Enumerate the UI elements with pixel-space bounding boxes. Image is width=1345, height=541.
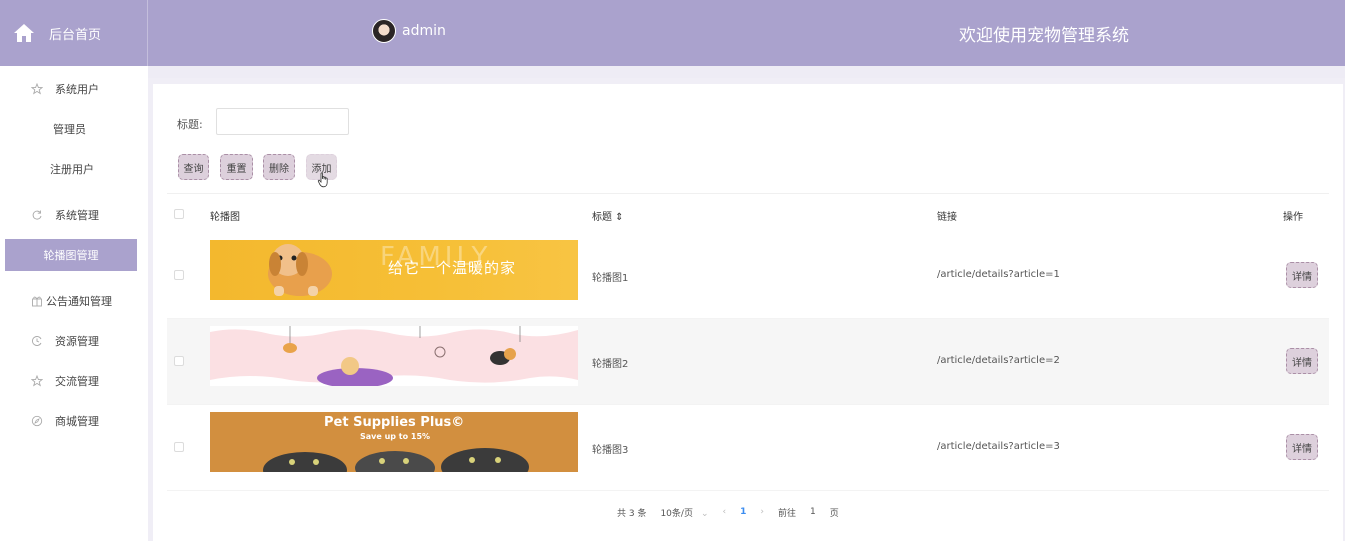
row-link: /article/details?article=3 <box>937 441 1060 452</box>
banner-image-2 <box>210 326 578 386</box>
table-row: Pet Supplies Plus© Save up to 15% 轮播图3 /… <box>167 405 1329 491</box>
home-icon <box>14 24 34 42</box>
sidebar-item-label: 交流管理 <box>55 375 99 388</box>
sidebar-item-admin[interactable]: 管理员 <box>0 113 148 145</box>
sidebar-item-label: 资源管理 <box>55 335 99 348</box>
top-bar: 后台首页 admin 欢迎使用宠物管理系统 <box>0 0 1345 66</box>
table-header: 轮播图 标题 ⇕ 链接 操作 <box>167 193 1329 235</box>
sidebar-item-registered-users[interactable]: 注册用户 <box>0 153 148 185</box>
table-row: FAMILY 给它一个温暖的家 轮播图1 /article/details?ar… <box>167 233 1329 319</box>
sidebar-item-label: 轮播图管理 <box>43 249 99 262</box>
banner-image-1: FAMILY 给它一个温暖的家 <box>210 240 578 300</box>
pagination-total: 共 3 条 <box>617 508 647 519</box>
delete-button[interactable]: 删除 <box>263 154 295 180</box>
sidebar: 系统用户 管理员 注册用户 系统管理 轮播图管理 公告通知管理 资源管理 交流管… <box>0 66 148 541</box>
sidebar-item-system-users[interactable]: 系统用户 <box>0 73 148 105</box>
row-title: 轮播图1 <box>592 273 629 284</box>
column-header-action: 操作 <box>1283 212 1303 223</box>
row-checkbox[interactable] <box>174 270 184 280</box>
clock-icon <box>30 334 44 348</box>
banner-image-3: Pet Supplies Plus© Save up to 15% <box>210 412 578 472</box>
sidebar-item-resource-management[interactable]: 资源管理 <box>0 325 148 357</box>
row-title: 轮播图2 <box>592 359 629 370</box>
star-icon <box>30 374 44 388</box>
prev-page-icon[interactable]: ‹ <box>723 507 727 517</box>
home-label: 后台首页 <box>49 27 102 43</box>
next-page-icon[interactable]: › <box>760 507 764 517</box>
gift-icon <box>30 294 44 308</box>
page-number-current[interactable]: 1 <box>740 507 746 517</box>
title-filter-label: 标题: <box>177 118 203 131</box>
column-header-link: 链接 <box>937 212 957 223</box>
sidebar-item-announcement-management[interactable]: 公告通知管理 <box>0 285 148 317</box>
page-size-select[interactable]: 10条/页 ⌄ <box>660 506 708 519</box>
detail-button[interactable]: 详情 <box>1286 348 1318 374</box>
page-unit-label: 页 <box>829 508 839 519</box>
user-info[interactable]: admin <box>372 18 446 44</box>
title-filter-input[interactable] <box>216 108 349 135</box>
query-button[interactable]: 查询 <box>178 154 209 180</box>
user-name: admin <box>402 23 446 39</box>
avatar <box>372 19 396 43</box>
sidebar-item-label: 公告通知管理 <box>46 295 112 308</box>
banner-caption: 给它一个温暖的家 <box>388 259 517 277</box>
compass-icon <box>30 414 44 428</box>
row-title: 轮播图3 <box>592 445 629 456</box>
sidebar-item-label: 管理员 <box>53 123 86 136</box>
welcome-title: 欢迎使用宠物管理系统 <box>959 26 1129 46</box>
sidebar-item-carousel-management[interactable]: 轮播图管理 <box>5 239 137 271</box>
sidebar-item-label: 注册用户 <box>50 163 94 176</box>
reset-button[interactable]: 重置 <box>220 154 253 180</box>
content-top-strip <box>148 66 1345 78</box>
sidebar-item-label: 商城管理 <box>55 415 99 428</box>
banner-subline: Save up to 15% <box>360 432 431 441</box>
refresh-icon <box>30 208 44 222</box>
home-link[interactable]: 后台首页 <box>0 0 148 66</box>
page-size-value: 10条/页 <box>660 508 693 519</box>
star-icon <box>30 82 44 96</box>
row-link: /article/details?article=1 <box>937 269 1060 280</box>
goto-label: 前往 <box>777 508 796 519</box>
sidebar-item-system-management[interactable]: 系统管理 <box>0 199 148 231</box>
detail-button[interactable]: 详情 <box>1286 434 1318 460</box>
hand-cursor-icon <box>317 172 328 188</box>
sidebar-item-communication-management[interactable]: 交流管理 <box>0 365 148 397</box>
column-header-title[interactable]: 标题 ⇕ <box>592 208 624 223</box>
banner-headline: Pet Supplies Plus© <box>324 415 465 430</box>
row-link: /article/details?article=2 <box>937 355 1060 366</box>
goto-page-input[interactable]: 1 <box>810 507 816 517</box>
detail-button[interactable]: 详情 <box>1286 262 1318 288</box>
chevron-down-icon: ⌄ <box>700 508 709 519</box>
select-all-checkbox[interactable] <box>174 209 184 219</box>
sidebar-item-label: 系统管理 <box>55 209 99 222</box>
row-checkbox[interactable] <box>174 356 184 366</box>
column-header-image: 轮播图 <box>210 212 240 223</box>
row-checkbox[interactable] <box>174 442 184 452</box>
pagination: 共 3 条 10条/页 ⌄ ‹ 1 › 前往 1 页 <box>617 505 853 519</box>
table-row: 轮播图2 /article/details?article=2 详情 <box>167 319 1329 405</box>
sidebar-item-mall-management[interactable]: 商城管理 <box>0 405 148 437</box>
sidebar-item-label: 系统用户 <box>55 83 99 96</box>
